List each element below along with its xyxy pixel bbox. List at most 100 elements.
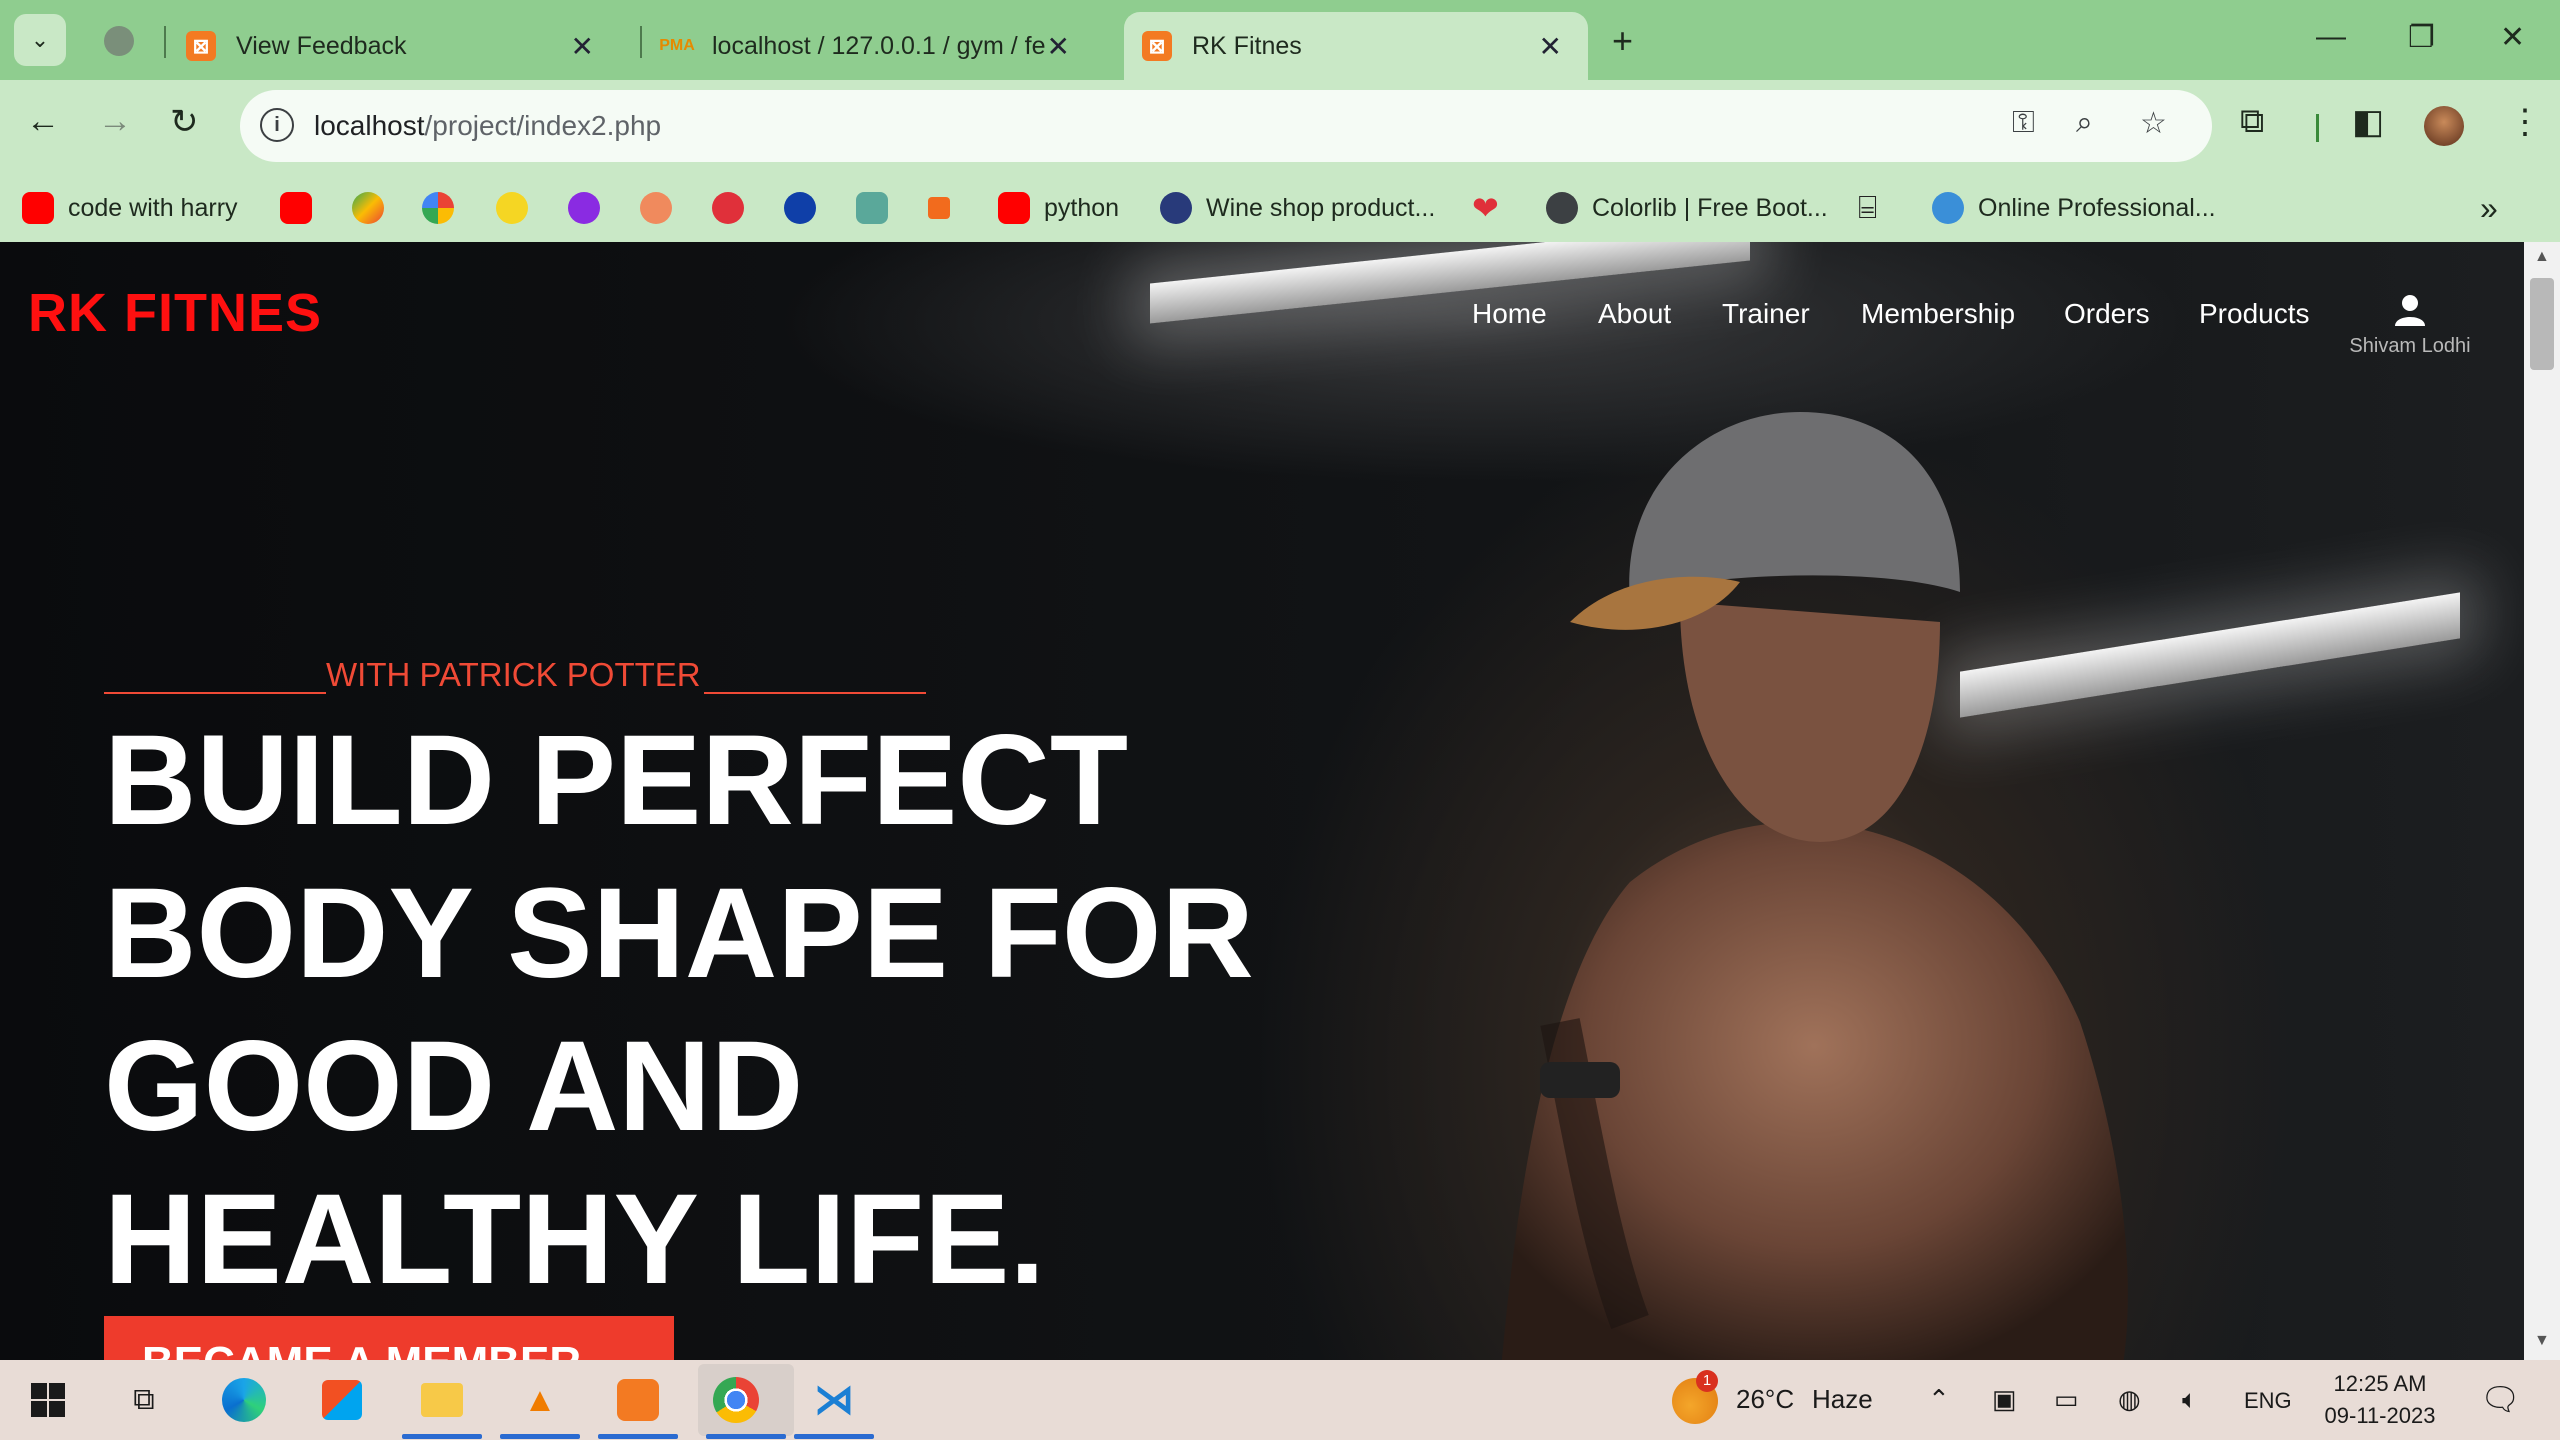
- scroll-up-icon[interactable]: ▲: [2534, 248, 2550, 266]
- bookmark-code-with-harry[interactable]: code with harry: [22, 188, 238, 228]
- address-bar[interactable]: i localhost/project/index2.php ⚿ ⌕ ☆: [240, 90, 2212, 162]
- bookmark-upgrad[interactable]: [568, 188, 614, 228]
- bookmark-app[interactable]: [784, 188, 830, 228]
- minimize-button[interactable]: —: [2316, 20, 2346, 54]
- notifications-icon[interactable]: 🗨︎: [2480, 1380, 2521, 1418]
- nav-trainer[interactable]: Trainer: [1722, 298, 1810, 330]
- bookmark-python[interactable]: python: [998, 188, 1119, 228]
- close-window-button[interactable]: ✕: [2500, 20, 2525, 55]
- more-bookmarks-chevron-icon[interactable]: »: [2480, 188, 2498, 228]
- nav-about[interactable]: About: [1598, 298, 1671, 330]
- bookmark-star-icon[interactable]: ☆: [2140, 106, 2167, 141]
- subtitle-rule-left: [104, 692, 326, 694]
- bookmark-app[interactable]: [712, 188, 758, 228]
- bookmark-maps[interactable]: [352, 188, 398, 228]
- file-explorer-icon[interactable]: [418, 1376, 466, 1424]
- upgrad-icon: [568, 192, 600, 224]
- scroll-down-icon[interactable]: ▼: [2534, 1332, 2550, 1350]
- bookmark-youtube[interactable]: [280, 188, 326, 228]
- tab-search-button[interactable]: ⌄: [14, 14, 66, 66]
- nav-products[interactable]: Products: [2199, 298, 2310, 330]
- network-globe-icon[interactable]: ◍: [2118, 1384, 2141, 1415]
- edge-icon[interactable]: [220, 1376, 268, 1424]
- vscode-icon[interactable]: ⋊: [810, 1376, 858, 1424]
- weather-temp[interactable]: 26°C: [1736, 1384, 1794, 1415]
- battery-icon[interactable]: ▭: [2054, 1384, 2079, 1415]
- site-icon: [1160, 192, 1192, 224]
- reload-icon[interactable]: ↻: [170, 102, 199, 142]
- store-icon[interactable]: [318, 1376, 366, 1424]
- nav-orders[interactable]: Orders: [2064, 298, 2150, 330]
- zoom-icon[interactable]: ⌕: [2076, 106, 2093, 140]
- bookmark-flipkart[interactable]: [496, 188, 542, 228]
- bookmark-google[interactable]: [422, 188, 468, 228]
- clock[interactable]: 12:25 AM 09-11-2023: [2310, 1368, 2450, 1432]
- youtube-icon: [998, 192, 1030, 224]
- bookmark-chatgpt[interactable]: [856, 188, 902, 228]
- start-windows-icon[interactable]: [24, 1376, 72, 1424]
- url-path: /project/index2.php: [424, 110, 662, 141]
- extensions-icon[interactable]: ⧉: [2240, 102, 2264, 141]
- tab-label: localhost / 127.0.0.1 / gym / fe: [712, 31, 1046, 60]
- bookmark-label: Wine shop product...: [1206, 193, 1436, 222]
- close-tab-icon[interactable]: ✕: [571, 30, 594, 63]
- youtube-icon: [22, 192, 54, 224]
- bookmark-label: Colorlib | Free Boot...: [1592, 193, 1828, 222]
- side-panel-icon[interactable]: ◧: [2352, 102, 2384, 142]
- xampp-taskbar-icon[interactable]: [614, 1376, 662, 1424]
- subtitle-rule-right: [704, 692, 926, 694]
- toolbar-divider: [2316, 114, 2319, 142]
- bookmark-online-professional[interactable]: Online Professional...: [1932, 188, 2216, 228]
- clock-date: 09-11-2023: [2324, 1403, 2436, 1428]
- nav-home[interactable]: Home: [1472, 298, 1547, 330]
- scrollbar-thumb[interactable]: [2530, 278, 2554, 370]
- vlc-icon[interactable]: ▲: [516, 1376, 564, 1424]
- tab-rk-fitnes[interactable]: ⊠ RK Fitnes ✕: [1124, 12, 1588, 80]
- globe-icon: [1546, 192, 1578, 224]
- weather-desc[interactable]: Haze: [1812, 1384, 1873, 1415]
- forward-icon[interactable]: →: [98, 102, 132, 141]
- bookmark-wine-shop[interactable]: Wine shop product...: [1160, 188, 1435, 228]
- restore-button[interactable]: ❐: [2408, 20, 2435, 55]
- language-indicator[interactable]: ENG: [2244, 1388, 2292, 1414]
- password-key-icon[interactable]: ⚿: [2012, 106, 2035, 140]
- task-view-icon[interactable]: ⧉: [120, 1376, 168, 1424]
- running-indicator: [598, 1434, 678, 1439]
- become-member-button[interactable]: BECAME A MEMBER: [104, 1316, 674, 1360]
- profile-avatar[interactable]: [2424, 106, 2464, 146]
- meet-icon[interactable]: ▣: [1992, 1384, 2017, 1415]
- url-text[interactable]: localhost/project/index2.php: [314, 110, 661, 142]
- site-logo[interactable]: RK FITNES: [28, 282, 322, 344]
- app-icon: [712, 192, 744, 224]
- tab-phpmyadmin[interactable]: PMA localhost / 127.0.0.1 / gym / fe ✕: [648, 12, 1096, 80]
- bookmarks-bar: code with harry python Wine shop product…: [0, 172, 2560, 242]
- browser-chrome: ⌄ ⊠ View Feedback ✕ PMA localhost / 127.…: [0, 0, 2560, 242]
- new-tab-button[interactable]: +: [1612, 20, 1633, 62]
- user-profile[interactable]: Shivam Lodhi: [2330, 292, 2490, 358]
- close-tab-icon[interactable]: ✕: [1539, 30, 1562, 63]
- chrome-icon[interactable]: [712, 1376, 760, 1424]
- page-scrollbar[interactable]: ▲ ▼: [2524, 242, 2560, 1360]
- bookmark-label: Online Professional...: [1978, 193, 2216, 222]
- user-icon: [2395, 295, 2425, 326]
- nav-membership[interactable]: Membership: [1861, 298, 2015, 330]
- bookmark-app[interactable]: [928, 188, 964, 228]
- clock-time: 12:25 AM: [2333, 1371, 2427, 1396]
- bookmark-heart[interactable]: ❤: [1472, 188, 1499, 228]
- volume-icon[interactable]: 🔈︎: [2182, 1384, 2198, 1416]
- bookmark-site[interactable]: ⌸: [1858, 188, 1877, 228]
- athlete-photo: [1501, 412, 2128, 1360]
- site-info-icon[interactable]: i: [260, 108, 294, 142]
- globe-tab-icon[interactable]: [104, 26, 134, 56]
- show-hidden-icons-chevron-icon[interactable]: ⌃: [1928, 1384, 1950, 1415]
- tab-view-feedback[interactable]: ⊠ View Feedback ✕: [172, 12, 620, 80]
- bookmark-colorlib[interactable]: Colorlib | Free Boot...: [1546, 188, 1828, 228]
- tab-separator: [164, 26, 166, 58]
- back-icon[interactable]: ←: [26, 102, 60, 141]
- url-host: localhost: [314, 110, 425, 141]
- close-tab-icon[interactable]: ✕: [1047, 30, 1070, 63]
- windows-taskbar: ⧉ ▲ ⋊ 1 26°C Haze ⌃ ▣ ▭ ◍ 🔈︎ ENG 12:25 A…: [0, 1360, 2560, 1440]
- hero-subtitle: WITH PATRICK POTTER: [326, 656, 701, 693]
- bookmark-app[interactable]: [640, 188, 686, 228]
- menu-kebab-icon[interactable]: ⋮: [2508, 102, 2542, 142]
